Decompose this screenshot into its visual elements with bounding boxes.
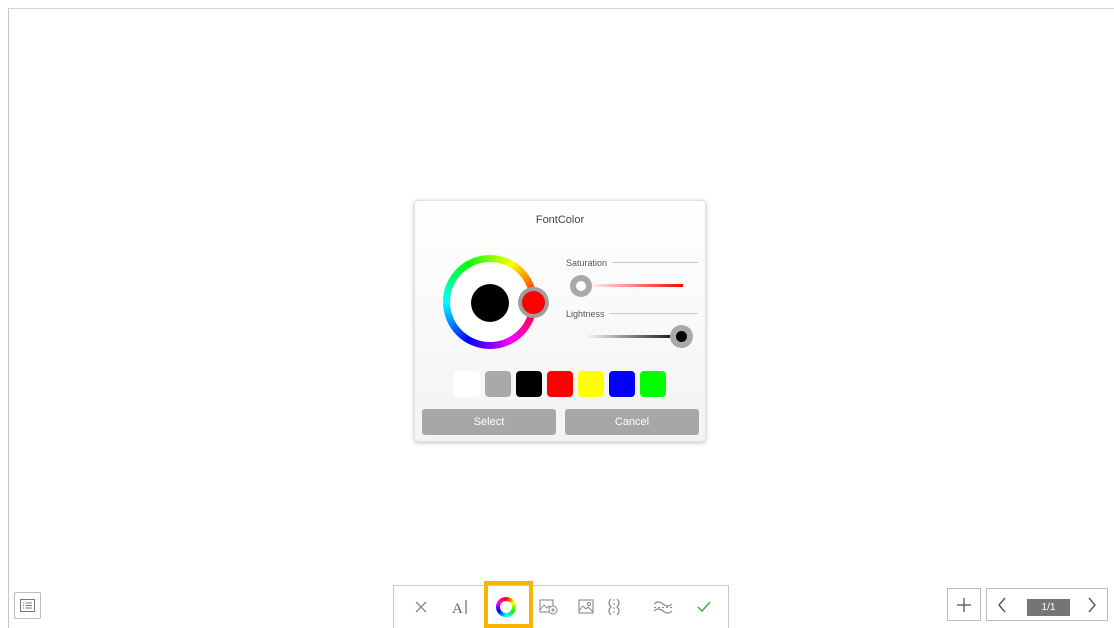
plus-icon xyxy=(957,597,971,612)
lightness-slider-track[interactable] xyxy=(583,335,683,338)
image-icon xyxy=(578,599,594,614)
split-icon xyxy=(608,598,620,616)
image-add-button[interactable] xyxy=(531,586,565,628)
font-color-dialog: FontColor Saturation Lightness Select Ca… xyxy=(414,200,706,442)
saturation-thumb-center xyxy=(576,281,586,291)
select-button[interactable]: Select xyxy=(422,409,556,435)
list-button[interactable] xyxy=(14,592,41,619)
hue-handle-color xyxy=(522,291,545,314)
page-indicator: 1/1 xyxy=(1027,599,1070,616)
lightness-slider-thumb[interactable] xyxy=(670,325,693,348)
add-page-button[interactable] xyxy=(947,588,981,621)
close-button[interactable] xyxy=(404,586,438,628)
wrap-icon xyxy=(653,601,673,614)
svg-text:A: A xyxy=(452,601,463,616)
text-style-icon: A xyxy=(452,600,467,616)
color-swatches xyxy=(454,371,666,397)
split-button[interactable] xyxy=(597,586,631,628)
saturation-label: Saturation xyxy=(566,258,608,268)
saturation-slider-thumb[interactable] xyxy=(570,275,592,297)
check-icon xyxy=(697,601,711,613)
hue-handle[interactable] xyxy=(518,287,549,318)
active-tool-highlight xyxy=(484,581,533,628)
list-icon xyxy=(20,599,35,612)
swatch-gray[interactable] xyxy=(485,371,511,397)
swatch-green[interactable] xyxy=(640,371,666,397)
image-add-icon xyxy=(539,599,558,615)
swatch-yellow[interactable] xyxy=(578,371,604,397)
text-style-button[interactable]: A xyxy=(444,586,478,628)
wrap-button[interactable] xyxy=(646,586,680,628)
saturation-divider xyxy=(612,262,698,263)
lightness-thumb-center xyxy=(676,331,687,342)
swatch-black[interactable] xyxy=(516,371,542,397)
next-page-icon[interactable] xyxy=(1087,597,1097,613)
swatch-blue[interactable] xyxy=(609,371,635,397)
lightness-divider xyxy=(609,313,698,314)
swatch-white[interactable] xyxy=(454,371,480,397)
swatch-red[interactable] xyxy=(547,371,573,397)
saturation-slider-track[interactable] xyxy=(585,284,683,287)
dialog-title: FontColor xyxy=(535,214,585,226)
lightness-label: Lightness xyxy=(566,309,605,319)
cancel-button[interactable]: Cancel xyxy=(565,409,699,435)
close-icon xyxy=(415,601,427,613)
color-preview xyxy=(471,284,509,322)
confirm-button[interactable] xyxy=(687,586,721,628)
prev-page-icon[interactable] xyxy=(997,597,1007,613)
edit-toolbar: A xyxy=(393,585,729,628)
